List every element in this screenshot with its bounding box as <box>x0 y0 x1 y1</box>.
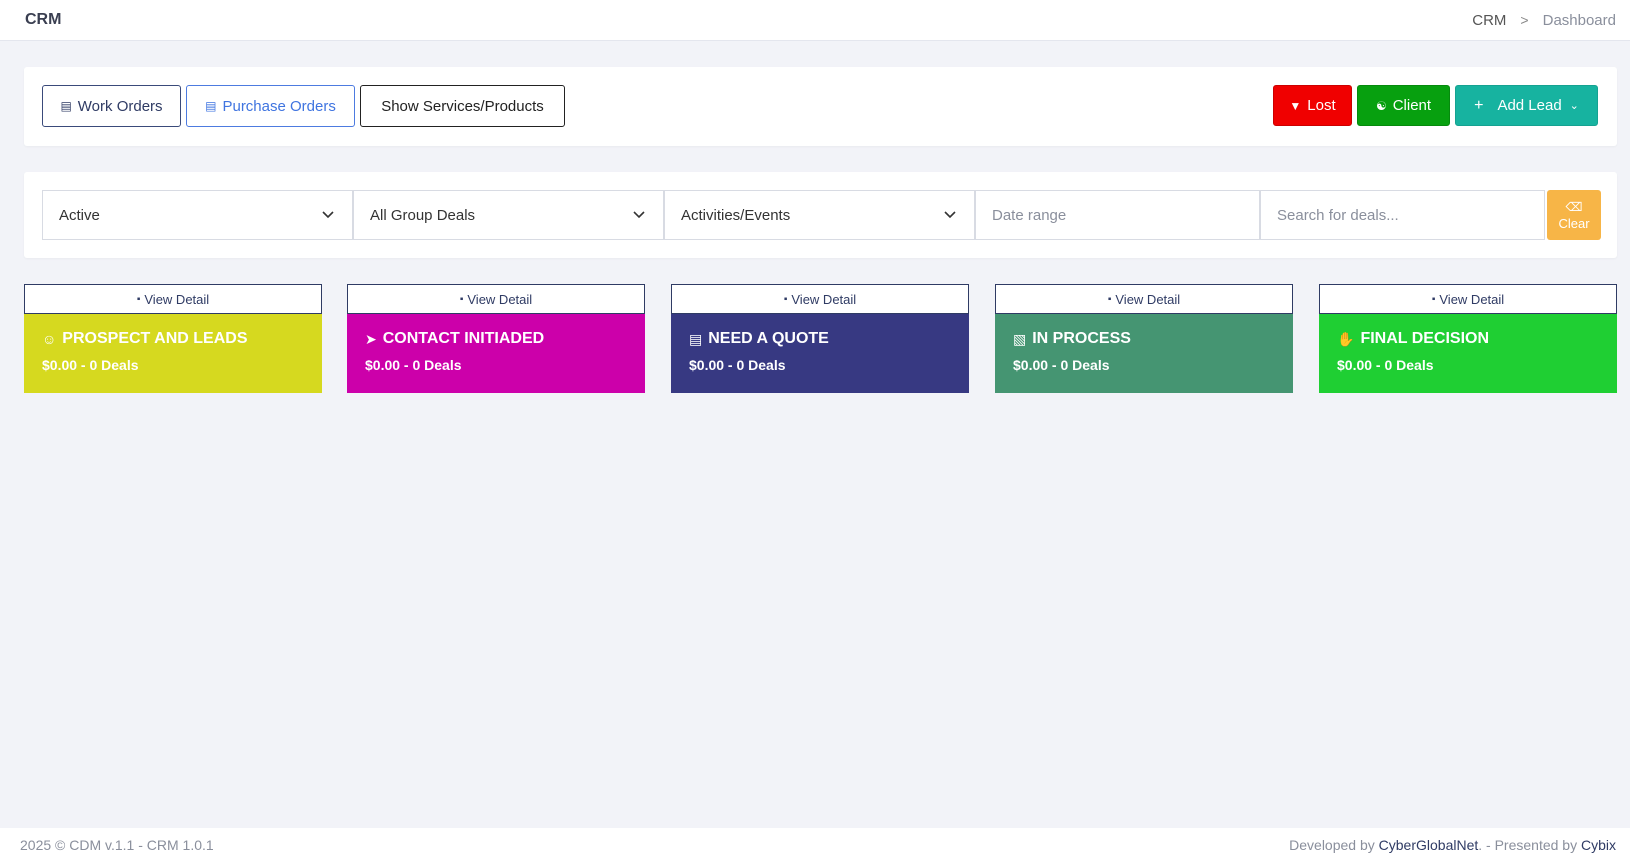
stage-column: ▪ View Detail ▤ NEED A QUOTE $0.00 - 0 D… <box>671 284 969 393</box>
stage-column: ▪ View Detail ✋ FINAL DECISION $0.00 - 0… <box>1319 284 1617 393</box>
breadcrumb-dashboard: Dashboard <box>1542 11 1616 29</box>
date-range-input[interactable] <box>975 190 1260 240</box>
stage-title: ✋ FINAL DECISION <box>1337 330 1599 348</box>
stage-title-text: PROSPECT AND LEADS <box>62 330 248 347</box>
add-lead-label: Add Lead <box>1497 97 1562 114</box>
stage-column: ▪ View Detail ➤ CONTACT INITIADED $0.00 … <box>347 284 645 393</box>
stage-header: ▤ NEED A QUOTE $0.00 - 0 Deals <box>671 314 969 393</box>
group-deals-value: All Group Deals <box>370 206 476 224</box>
work-orders-button[interactable]: ▤ Work Orders <box>42 85 181 127</box>
stage-title-text: NEED A QUOTE <box>708 330 829 347</box>
stage-summary: $0.00 - 0 Deals <box>689 357 786 373</box>
stage-title-text: CONTACT INITIADED <box>382 330 545 347</box>
view-detail-label: View Detail <box>1439 291 1505 307</box>
stage-column: ▪ View Detail ▧ IN PROCESS $0.00 - 0 Dea… <box>995 284 1293 393</box>
add-lead-button[interactable]: + Add Lead ⌄ <box>1455 85 1598 126</box>
status-select-value: Active <box>59 206 100 224</box>
view-detail-label: View Detail <box>144 291 210 307</box>
comment-icon: ▪ <box>1107 293 1112 305</box>
list-icon: ▤ <box>205 99 217 113</box>
stage-header: ▧ IN PROCESS $0.00 - 0 Deals <box>995 314 1293 393</box>
view-detail-button[interactable]: ▪ View Detail <box>347 284 645 314</box>
comment-icon: ▪ <box>783 293 788 305</box>
purchase-orders-button[interactable]: ▤ Purchase Orders <box>186 85 355 127</box>
footer-credits: Developed by CyberGlobalNet. - Presented… <box>1289 837 1616 853</box>
purchase-orders-label: Purchase Orders <box>222 97 336 115</box>
group-deals-select[interactable]: All Group Deals <box>353 190 664 240</box>
view-detail-button[interactable]: ▪ View Detail <box>1319 284 1617 314</box>
footer-version: 2025 © CDM v.1.1 - CRM 1.0.1 <box>20 837 214 853</box>
breadcrumb: CRM > Dashboard <box>1472 12 1616 29</box>
stage-summary: $0.00 - 0 Deals <box>1013 357 1110 373</box>
lost-label: Lost <box>1307 97 1336 114</box>
clipboard-icon: ▧ <box>1013 330 1027 347</box>
list-icon: ▤ <box>60 99 72 113</box>
chevron-down-icon <box>633 211 645 219</box>
view-detail-button[interactable]: ▪ View Detail <box>24 284 322 314</box>
work-orders-label: Work Orders <box>77 97 163 115</box>
stage-title-text: IN PROCESS <box>1032 330 1131 347</box>
footer-presented-prefix: . - Presented by <box>1478 837 1578 853</box>
show-services-button[interactable]: Show Services/Products <box>360 85 565 127</box>
stage-header: ➤ CONTACT INITIADED $0.00 - 0 Deals <box>347 314 645 393</box>
activities-value: Activities/Events <box>681 206 791 224</box>
footer-dev-prefix: Developed by <box>1289 837 1375 853</box>
stage-title-text: FINAL DECISION <box>1360 330 1490 347</box>
footer: 2025 © CDM v.1.1 - CRM 1.0.1 Developed b… <box>0 828 1630 862</box>
plus-icon: + <box>1474 96 1484 114</box>
lost-button[interactable]: ▼ Lost <box>1273 85 1352 126</box>
client-label: Client <box>1392 97 1432 114</box>
stage-header: ☺ PROSPECT AND LEADS $0.00 - 0 Deals <box>24 314 322 393</box>
view-detail-label: View Detail <box>791 291 857 307</box>
view-detail-label: View Detail <box>1115 291 1181 307</box>
stage-summary: $0.00 - 0 Deals <box>42 357 139 373</box>
status-select[interactable]: Active <box>42 190 353 240</box>
chevron-down-icon <box>322 211 334 219</box>
show-services-label: Show Services/Products <box>381 97 544 115</box>
stage-title: ▤ NEED A QUOTE <box>689 330 951 348</box>
search-deals-input[interactable] <box>1260 190 1545 240</box>
comment-icon: ▪ <box>1431 293 1436 305</box>
stage-header: ✋ FINAL DECISION $0.00 - 0 Deals <box>1319 314 1617 393</box>
stage-title: ➤ CONTACT INITIADED <box>365 330 627 348</box>
clear-label: Clear <box>1558 215 1590 231</box>
comment-icon: ▪ <box>136 293 141 305</box>
breadcrumb-crm[interactable]: CRM <box>1472 12 1506 29</box>
stage-summary: $0.00 - 0 Deals <box>1337 357 1434 373</box>
stage-summary: $0.00 - 0 Deals <box>365 357 462 373</box>
client-button[interactable]: ☯ Client <box>1357 85 1450 126</box>
chevron-down-icon <box>944 211 956 219</box>
handshake-icon: ☯ <box>1375 98 1387 113</box>
activities-select[interactable]: Activities/Events <box>664 190 975 240</box>
top-header: CRM CRM > Dashboard <box>0 0 1630 41</box>
rocket-icon: ➤ <box>365 330 377 347</box>
comment-icon: ▪ <box>459 293 464 305</box>
chevron-down-icon: ⌄ <box>1569 100 1579 112</box>
cyberglobalnet-link[interactable]: CyberGlobalNet <box>1379 837 1479 853</box>
thumbs-down-icon: ▼ <box>1289 98 1302 113</box>
view-detail-label: View Detail <box>467 291 533 307</box>
stage-title: ▧ IN PROCESS <box>1013 330 1275 348</box>
view-detail-button[interactable]: ▪ View Detail <box>671 284 969 314</box>
filter-card: Active All Group Deals Activities/Events… <box>24 172 1617 258</box>
stage-column: ▪ View Detail ☺ PROSPECT AND LEADS $0.00… <box>24 284 322 393</box>
smile-icon: ☺ <box>42 331 57 347</box>
document-icon: ▤ <box>689 330 703 347</box>
view-detail-button[interactable]: ▪ View Detail <box>995 284 1293 314</box>
breadcrumb-separator: > <box>1520 12 1529 28</box>
hand-icon: ✋ <box>1337 330 1355 347</box>
clear-button[interactable]: ⌫ Clear <box>1547 190 1601 240</box>
stage-title: ☺ PROSPECT AND LEADS <box>42 330 304 348</box>
eraser-icon: ⌫ <box>1565 199 1583 214</box>
cybix-link[interactable]: Cybix <box>1581 837 1616 853</box>
toolbar-card: ▤ Work Orders ▤ Purchase Orders Show Ser… <box>24 67 1617 146</box>
app-title: CRM <box>25 11 62 28</box>
